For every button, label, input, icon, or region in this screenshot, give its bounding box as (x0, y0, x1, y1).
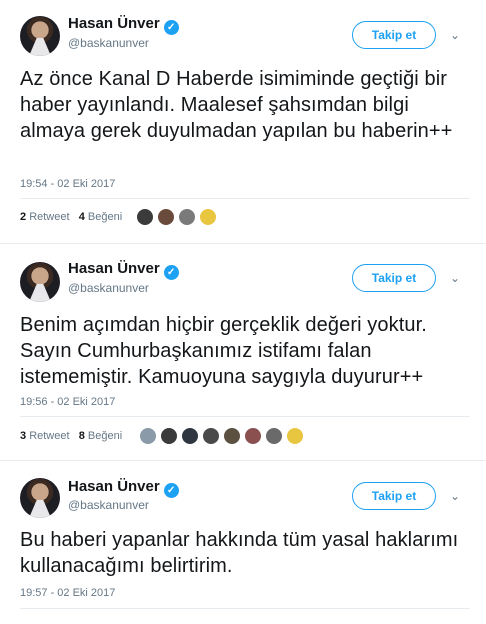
divider (20, 416, 470, 417)
chevron-down-icon[interactable]: ⌄ (450, 271, 460, 285)
chevron-down-icon[interactable]: ⌄ (450, 489, 460, 503)
like-count[interactable]: 8 (79, 430, 85, 442)
liker-avatar[interactable] (178, 208, 196, 226)
tweet-text: Bu haberi yapanlar hakkında tüm yasal ha… (20, 529, 459, 577)
retweet-label[interactable]: Retweet (29, 430, 69, 442)
tweet-separator (0, 460, 486, 461)
liker-avatar[interactable] (265, 427, 283, 445)
divider (20, 608, 470, 609)
like-label[interactable]: Beğeni (88, 211, 122, 223)
tweet-text: Az önce Kanal D Haberde isimiminde geçti… (20, 68, 453, 142)
verified-check-icon: ✓ (163, 483, 179, 498)
liker-avatar[interactable] (139, 427, 157, 445)
liker-avatars (136, 208, 217, 226)
avatar[interactable] (20, 262, 60, 302)
tweet-text: Benim açımdan hiçbir gerçeklik değeri yo… (20, 314, 427, 388)
liker-avatar[interactable] (286, 427, 304, 445)
divider (20, 198, 470, 199)
like-label[interactable]: Beğeni (88, 430, 122, 442)
liker-avatar[interactable] (223, 427, 241, 445)
tweet-separator (0, 243, 486, 244)
engagement-stats: 2 Retweet 4 Beğeni (20, 211, 122, 223)
avatar[interactable] (20, 16, 60, 56)
liker-avatar[interactable] (136, 208, 154, 226)
follow-button[interactable]: Takip et (352, 21, 436, 49)
liker-avatar[interactable] (160, 427, 178, 445)
user-handle[interactable]: @baskanunver (68, 281, 149, 295)
retweet-count[interactable]: 3 (20, 430, 26, 442)
display-name-text[interactable]: Hasan Ünver (68, 478, 160, 495)
liker-avatar[interactable] (157, 208, 175, 226)
timestamp[interactable]: 19:57 - 02 Eki 2017 (20, 587, 115, 599)
display-name-text[interactable]: Hasan Ünver (68, 15, 160, 32)
liker-avatar[interactable] (244, 427, 262, 445)
follow-button[interactable]: Takip et (352, 482, 436, 510)
liker-avatars (139, 427, 304, 445)
display-name[interactable]: Hasan Ünver ✓ (68, 260, 179, 280)
liker-avatar[interactable] (199, 208, 217, 226)
display-name[interactable]: Hasan Ünver ✓ (68, 15, 179, 35)
display-name-text[interactable]: Hasan Ünver (68, 260, 160, 277)
user-handle[interactable]: @baskanunver (68, 36, 149, 50)
liker-avatar[interactable] (181, 427, 199, 445)
user-handle[interactable]: @baskanunver (68, 498, 149, 512)
liker-avatar[interactable] (202, 427, 220, 445)
follow-button[interactable]: Takip et (352, 264, 436, 292)
chevron-down-icon[interactable]: ⌄ (450, 28, 460, 42)
timestamp[interactable]: 19:54 - 02 Eki 2017 (20, 178, 115, 190)
retweet-count[interactable]: 2 (20, 211, 26, 223)
retweet-label[interactable]: Retweet (29, 211, 69, 223)
display-name[interactable]: Hasan Ünver ✓ (68, 478, 179, 498)
engagement-stats: 3 Retweet 8 Beğeni (20, 430, 122, 442)
timestamp[interactable]: 19:56 - 02 Eki 2017 (20, 396, 115, 408)
avatar[interactable] (20, 478, 60, 518)
like-count[interactable]: 4 (79, 211, 85, 223)
verified-check-icon: ✓ (163, 20, 179, 35)
verified-check-icon: ✓ (163, 265, 179, 280)
